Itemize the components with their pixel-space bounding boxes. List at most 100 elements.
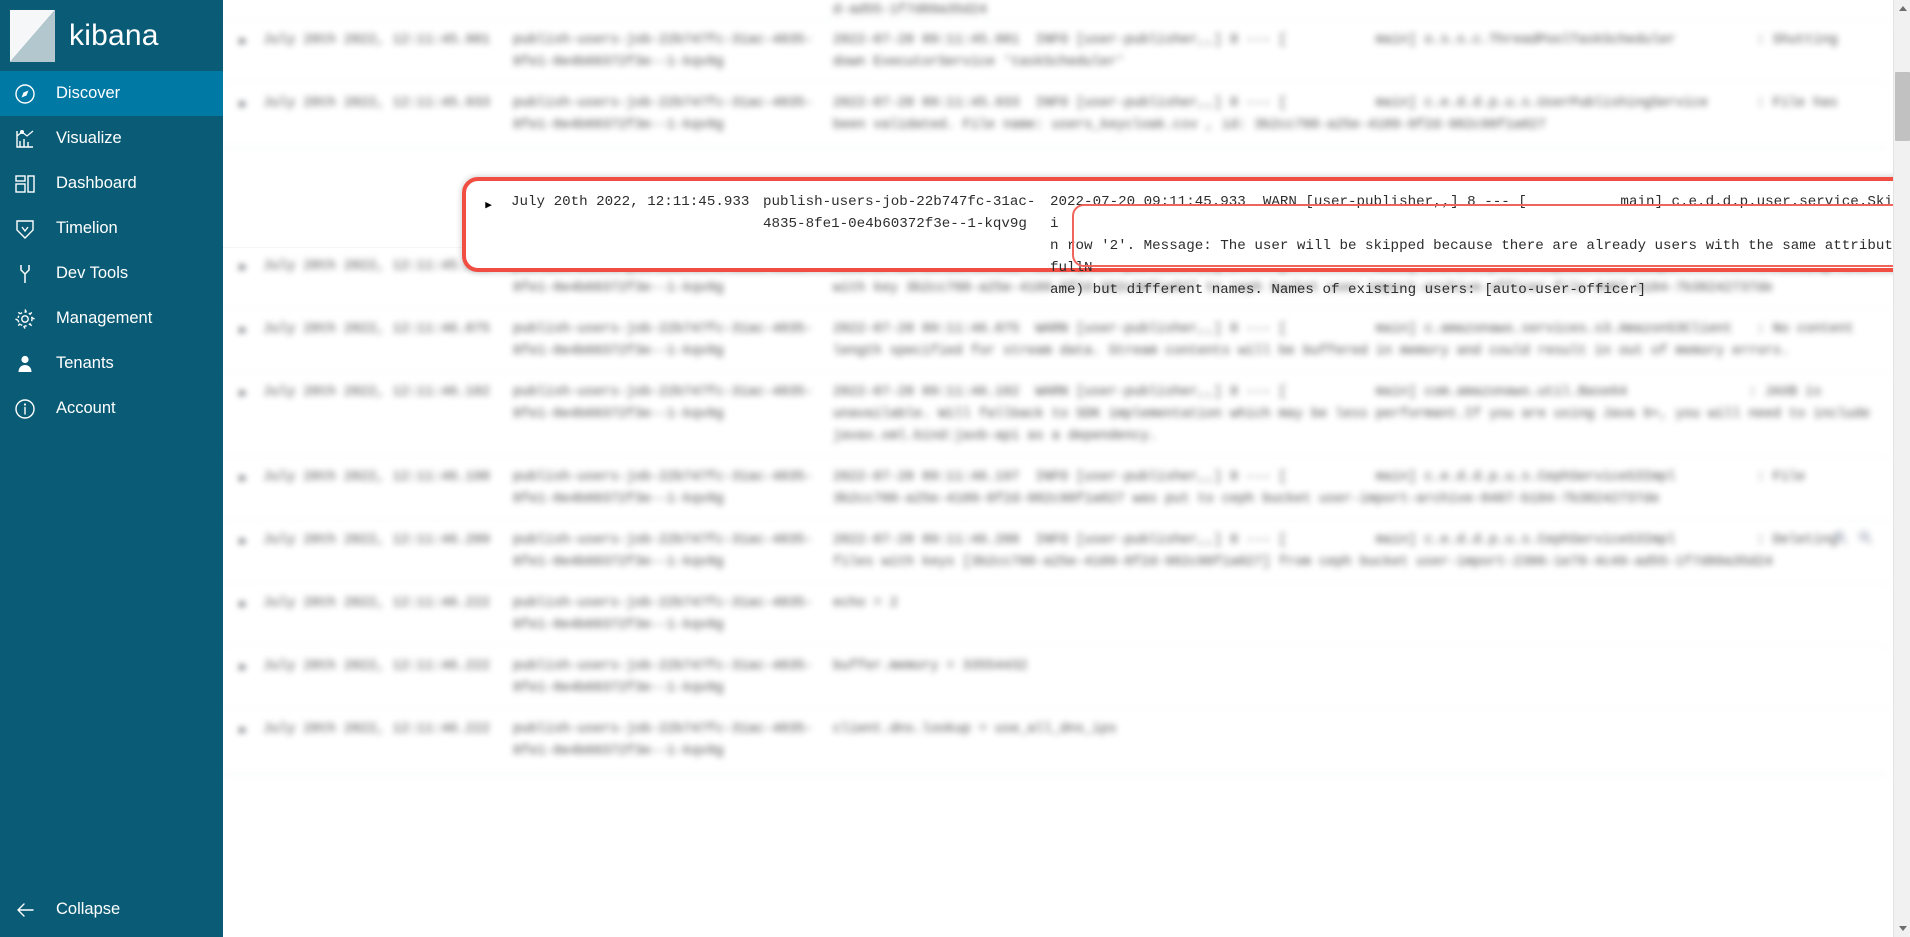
table-row[interactable]: d-ad55-1f7d89a35d24 (223, 0, 1887, 22)
row-action-icons (1833, 530, 1873, 554)
gear-icon (12, 306, 38, 332)
row-expand-toggle[interactable]: ▶ (223, 93, 263, 137)
message-line-2: n row '2'. Message: The user will be ski… (1050, 238, 1910, 276)
row-message: 2022-07-20 09:11:45.933 WARN [user-publi… (1050, 191, 1910, 298)
row-message: 2022-07-20 09:11:45.933 INFO [user-publi… (833, 96, 1846, 133)
row-expand-toggle[interactable]: ▶ (223, 319, 263, 363)
collapse-label: Collapse (56, 900, 121, 919)
row-time (263, 0, 513, 11)
sidebar-item-label: Discover (56, 83, 121, 102)
row-message: 2022-07-20 09:11:46.208 INFO [user-publi… (833, 533, 1846, 570)
row-job: publish-users-job-22b747fc-31ac-4835-8fe… (513, 533, 813, 570)
row-expand-toggle[interactable]: ▶ (223, 593, 263, 637)
row-expand-toggle[interactable]: ▶ (223, 256, 263, 300)
sidebar-item-label: Timelion (56, 218, 118, 237)
table-row[interactable]: ▶ July 20th 2022, 12:11:46.209 publish-u… (223, 522, 1887, 585)
row-expand-toggle[interactable]: ▶ (466, 191, 511, 268)
row-job: publish-users-job-22b747fc-31ac-4835-8fe… (513, 470, 813, 507)
brand-label: kibana (69, 18, 159, 52)
row-job: publish-users-job-22b747fc-31ac-4835-8fe… (513, 96, 813, 133)
row-job: publish-users-job-22b747fc-31ac-4835-8fe… (513, 722, 813, 759)
arrow-left-icon (12, 897, 38, 923)
row-time: July 20th 2022, 12:11:46.198 (263, 470, 490, 485)
row-expand-toggle[interactable]: ▶ (223, 30, 263, 74)
table-row[interactable]: ▶ July 20th 2022, 12:11:46.222 publish-u… (223, 711, 1887, 774)
row-job: publish-users-job-22b747fc-31ac-4835-8fe… (513, 385, 813, 422)
kibana-brand[interactable]: kibana (0, 0, 223, 71)
magnify-minus-icon[interactable] (1858, 530, 1873, 554)
row-expand-toggle[interactable]: ▶ (223, 382, 263, 448)
sidebar-item-tenants[interactable]: Tenants (0, 341, 223, 386)
sidebar-item-label: Dev Tools (56, 263, 129, 282)
row-message: 2022-07-20 09:11:46.197 INFO [user-publi… (833, 470, 1814, 507)
row-message: buffer.memory = 33554432 (833, 659, 1028, 674)
dashboard-icon (12, 171, 38, 197)
sidebar-item-dashboard[interactable]: Dashboard (0, 161, 223, 206)
row-time: July 20th 2022, 12:11:45.933 (263, 96, 490, 111)
row-job: publish-users-job-22b747fc-31ac-4835-8fe… (513, 659, 813, 696)
row-time: July 20th 2022, 12:11:46.222 (263, 596, 490, 611)
sidebar-item-management[interactable]: Management (0, 296, 223, 341)
row-time: July 20th 2022, 12:11:46.182 (263, 385, 490, 400)
collapse-nav-button[interactable]: Collapse (0, 883, 223, 937)
wrench-icon (12, 261, 38, 287)
scroll-thumb[interactable] (1895, 72, 1910, 141)
sidebar-item-account[interactable]: Account (0, 386, 223, 431)
scroll-up-arrow-icon[interactable] (1894, 0, 1910, 17)
row-expand-toggle[interactable]: ▶ (223, 656, 263, 700)
row-job (513, 0, 833, 11)
row-time: July 20th 2022, 12:11:46.209 (263, 533, 490, 548)
row-expand-toggle[interactable] (223, 0, 263, 11)
row-job: publish-users-job-22b747fc-31ac-4835-8fe… (763, 194, 1036, 232)
global-nav-sidebar: kibana Discover Visualize Dashboard Time… (0, 0, 223, 937)
row-message: echo = 2 (833, 596, 898, 611)
table-row[interactable]: ▶ July 20th 2022, 12:11:45.901 publish-u… (223, 22, 1887, 85)
table-row[interactable]: ▶ July 20th 2022, 12:11:46.182 publish-u… (223, 374, 1887, 459)
row-expand-toggle[interactable]: ▶ (223, 530, 263, 574)
table-row[interactable]: ▶ July 20th 2022, 12:11:45.933 publish-u… (223, 85, 1887, 148)
row-time: July 20th 2022, 12:11:46.222 (263, 659, 490, 674)
table-row[interactable]: ▶ July 20th 2022, 12:11:46.075 publish-u… (223, 311, 1887, 374)
info-icon (12, 396, 38, 422)
highlighted-log-row[interactable]: ▶ July 20th 2022, 12:11:45.933 publish-u… (462, 177, 1910, 298)
row-job: publish-users-job-22b747fc-31ac-4835-8fe… (513, 322, 813, 359)
sidebar-item-label: Visualize (56, 128, 122, 147)
message-line-3: ame) but different names. Names of exist… (1050, 282, 1646, 298)
sidebar-item-discover[interactable]: Discover (0, 71, 223, 116)
row-message: d-ad55-1f7d89a35d24 (833, 3, 987, 18)
row-expand-toggle[interactable]: ▶ (223, 467, 263, 511)
table-row[interactable]: ▶ July 20th 2022, 12:11:46.198 publish-u… (223, 459, 1887, 522)
discover-main: d-ad55-1f7d89a35d24 ▶ July 20th 2022, 12… (223, 0, 1910, 937)
compass-icon (12, 81, 38, 107)
sidebar-item-label: Account (56, 398, 116, 417)
row-expand-toggle[interactable]: ▶ (223, 719, 263, 763)
timelion-icon (12, 216, 38, 242)
row-message: 2022-07-20 09:11:46.075 WARN [user-publi… (833, 322, 1862, 359)
sidebar-item-label: Dashboard (56, 173, 137, 192)
sidebar-item-label: Tenants (56, 353, 114, 372)
row-job: publish-users-job-22b747fc-31ac-4835-8fe… (513, 33, 813, 70)
row-message: 2022-07-20 09:11:46.182 WARN [user-publi… (833, 385, 1879, 444)
table-row[interactable]: ▶ July 20th 2022, 12:11:46.222 publish-u… (223, 648, 1887, 711)
user-icon (12, 351, 38, 377)
scroll-down-arrow-icon[interactable] (1894, 920, 1910, 937)
row-message: 2022-07-20 09:11:45.901 INFO [user-publi… (833, 33, 1846, 70)
documents-table: d-ad55-1f7d89a35d24 ▶ July 20th 2022, 12… (223, 0, 1887, 937)
sidebar-item-timelion[interactable]: Timelion (0, 206, 223, 251)
message-line-1: 2022-07-20 09:11:45.933 WARN [user-publi… (1050, 194, 1910, 232)
row-time: July 20th 2022, 12:11:46.075 (263, 322, 490, 337)
bar-chart-icon (12, 126, 38, 152)
sidebar-item-label: Management (56, 308, 153, 327)
vertical-scrollbar[interactable] (1893, 0, 1910, 937)
row-time: July 20th 2022, 12:11:45.901 (263, 33, 490, 48)
row-time: July 20th 2022, 12:11:46.222 (263, 722, 490, 737)
sidebar-item-visualize[interactable]: Visualize (0, 116, 223, 161)
table-row[interactable]: ▶ July 20th 2022, 12:11:46.222 publish-u… (223, 585, 1887, 648)
row-time: July 20th 2022, 12:11:45.933 (511, 194, 750, 210)
kibana-logo-icon (10, 9, 55, 62)
sidebar-item-dev-tools[interactable]: Dev Tools (0, 251, 223, 296)
row-message: client.dns.lookup = use_all_dns_ips (833, 722, 1117, 737)
kibana-discover-page: kibana Discover Visualize Dashboard Time… (0, 0, 1910, 937)
magnify-plus-icon[interactable] (1833, 530, 1848, 554)
row-job: publish-users-job-22b747fc-31ac-4835-8fe… (513, 596, 813, 633)
